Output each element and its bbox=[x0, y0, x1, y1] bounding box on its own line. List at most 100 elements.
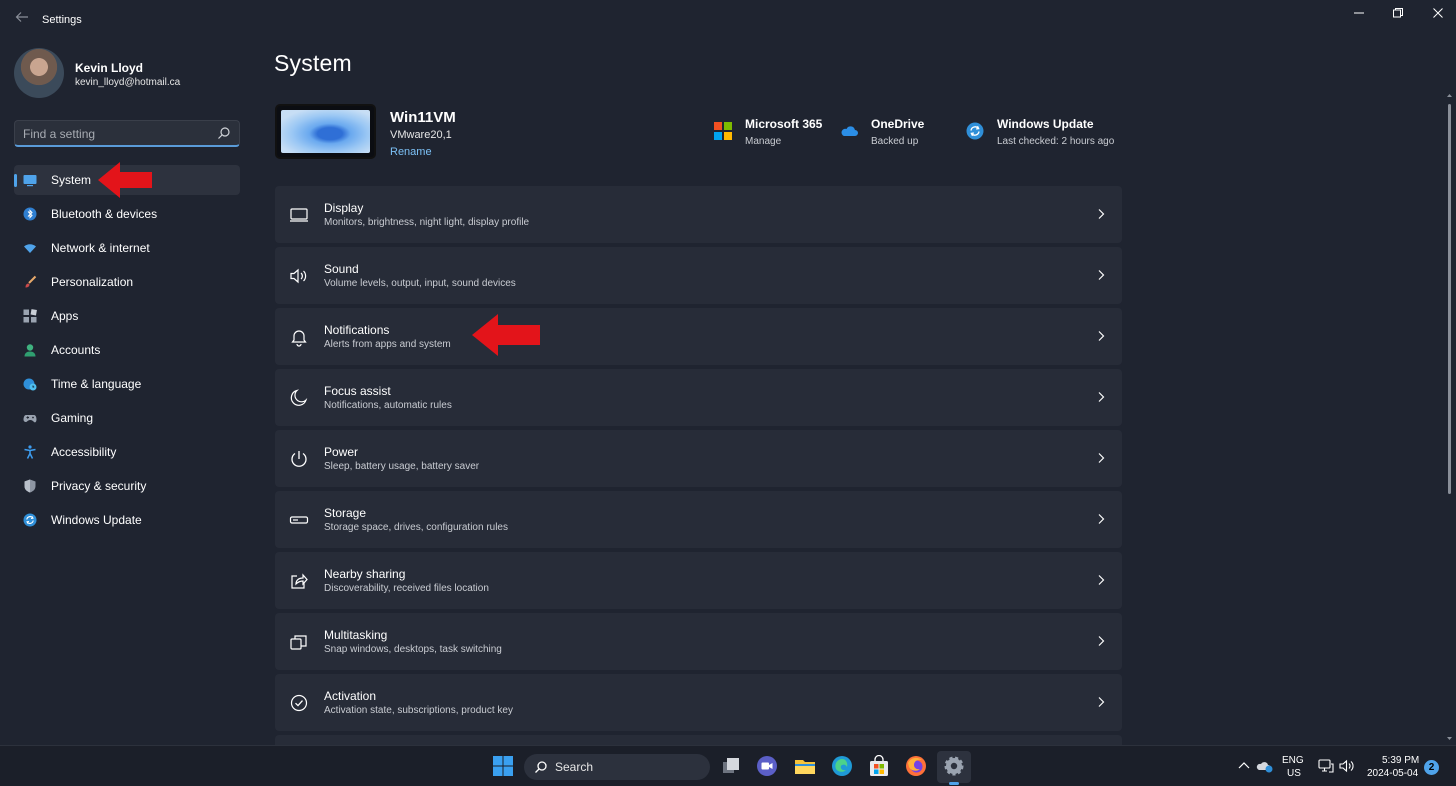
sidebar-item-time-language[interactable]: Time & language bbox=[14, 369, 240, 399]
sidebar-item-gaming[interactable]: Gaming bbox=[14, 403, 240, 433]
scrollbar-thumb[interactable] bbox=[1448, 104, 1451, 494]
card-multitasking[interactable]: Multitasking Snap windows, desktops, tas… bbox=[275, 613, 1122, 670]
microsoft-logo-icon bbox=[714, 122, 732, 140]
chevron-right-icon bbox=[1098, 575, 1105, 585]
task-view-icon[interactable] bbox=[720, 755, 742, 777]
onedrive-sync-icon[interactable] bbox=[1256, 759, 1274, 773]
sidebar-item-label: Bluetooth & devices bbox=[51, 207, 158, 221]
card-nearby-sharing[interactable]: Nearby sharing Discoverability, received… bbox=[275, 552, 1122, 609]
globe-clock-icon bbox=[23, 378, 37, 391]
card-storage[interactable]: Storage Storage space, drives, configura… bbox=[275, 491, 1122, 548]
sidebar-item-label: Apps bbox=[51, 309, 79, 323]
checkmark-circle-icon bbox=[290, 694, 308, 712]
shield-icon bbox=[24, 479, 36, 493]
card-display[interactable]: Display Monitors, brightness, night ligh… bbox=[275, 186, 1122, 243]
quick-link-microsoft-365[interactable]: Microsoft 365 Manage bbox=[714, 116, 824, 152]
title-bar: Settings bbox=[0, 0, 1456, 40]
sidebar-item-accounts[interactable]: Accounts bbox=[14, 335, 240, 365]
sidebar-item-personalization[interactable]: Personalization bbox=[14, 267, 240, 297]
volume-icon[interactable] bbox=[1339, 759, 1355, 773]
edge-icon[interactable] bbox=[831, 755, 853, 777]
scroll-up-icon[interactable] bbox=[1446, 92, 1453, 99]
scroll-down-icon[interactable] bbox=[1446, 735, 1453, 742]
store-icon[interactable] bbox=[868, 755, 890, 777]
card-title: Power bbox=[324, 445, 359, 459]
language-code[interactable]: ENG bbox=[1282, 755, 1304, 766]
desktop-wallpaper-preview bbox=[281, 110, 370, 153]
firefox-icon[interactable] bbox=[905, 755, 927, 777]
find-setting-search[interactable] bbox=[14, 120, 240, 147]
multitasking-icon bbox=[290, 635, 307, 650]
share-icon bbox=[291, 573, 308, 589]
sidebar-item-label: Accessibility bbox=[51, 445, 117, 459]
settings-gear-icon[interactable] bbox=[943, 755, 965, 777]
avatar bbox=[14, 48, 64, 98]
language-region[interactable]: US bbox=[1287, 768, 1301, 779]
sidebar-item-label: System bbox=[51, 173, 92, 187]
user-email: kevin_lloyd@hotmail.ca bbox=[75, 77, 181, 88]
card-title: Sound bbox=[324, 262, 359, 276]
rename-link[interactable]: Rename bbox=[390, 146, 432, 158]
card-activation[interactable]: Activation Activation state, subscriptio… bbox=[275, 674, 1122, 731]
sidebar-item-label: Time & language bbox=[51, 377, 142, 391]
device-name: Win11VM bbox=[390, 109, 456, 126]
chevron-right-icon bbox=[1098, 331, 1105, 341]
card-focus-assist[interactable]: Focus assist Notifications, automatic ru… bbox=[275, 369, 1122, 426]
card-title: Multitasking bbox=[324, 628, 388, 642]
minimize-icon[interactable] bbox=[1344, 6, 1374, 24]
card-notifications[interactable]: Notifications Alerts from apps and syste… bbox=[275, 308, 1122, 365]
quick-link-subtitle: Manage bbox=[745, 136, 782, 147]
annotation-arrow-system bbox=[98, 162, 152, 198]
card-subtitle: Storage space, drives, configuration rul… bbox=[324, 522, 508, 533]
sidebar-item-windows-update[interactable]: Windows Update bbox=[14, 505, 240, 535]
chevron-right-icon bbox=[1098, 636, 1105, 646]
quick-link-windows-update[interactable]: Windows Update Last checked: 2 hours ago bbox=[966, 116, 1126, 152]
card-sound[interactable]: Sound Volume levels, output, input, soun… bbox=[275, 247, 1122, 304]
search-input[interactable] bbox=[23, 125, 213, 142]
settings-list: Display Monitors, brightness, night ligh… bbox=[275, 186, 1122, 745]
file-explorer-icon[interactable] bbox=[794, 755, 816, 777]
annotation-arrow-notifications bbox=[472, 314, 540, 356]
notification-badge[interactable]: 2 bbox=[1424, 760, 1439, 775]
sidebar-item-bluetooth[interactable]: Bluetooth & devices bbox=[14, 199, 240, 229]
card-subtitle: Activation state, subscriptions, product… bbox=[324, 705, 513, 716]
display-icon bbox=[290, 208, 308, 222]
start-icon[interactable] bbox=[492, 755, 514, 777]
quick-link-onedrive[interactable]: OneDrive Backed up bbox=[840, 116, 940, 152]
search-icon[interactable] bbox=[217, 126, 231, 140]
sidebar-item-apps[interactable]: Apps bbox=[14, 301, 240, 331]
network-icon[interactable] bbox=[1318, 759, 1334, 773]
accessibility-icon bbox=[24, 445, 36, 459]
person-icon bbox=[24, 344, 36, 357]
card-subtitle: Discoverability, received files location bbox=[324, 583, 489, 594]
meet-icon[interactable] bbox=[756, 755, 778, 777]
chevron-right-icon bbox=[1098, 697, 1105, 707]
card-title: Display bbox=[324, 201, 364, 215]
bluetooth-icon bbox=[23, 207, 37, 221]
card-title: Focus assist bbox=[324, 384, 391, 398]
taskbar: Search ENG US 5:39 PM 2024-05-04 2 bbox=[0, 745, 1456, 786]
card-subtitle: Monitors, brightness, night light, displ… bbox=[324, 217, 530, 228]
card-subtitle: Notifications, automatic rules bbox=[324, 400, 452, 411]
chevron-right-icon bbox=[1098, 209, 1105, 219]
card-partial-next[interactable] bbox=[275, 735, 1122, 745]
scrollbar[interactable] bbox=[1446, 92, 1453, 742]
active-app-indicator bbox=[949, 782, 959, 785]
clock-date[interactable]: 2024-05-04 bbox=[1367, 768, 1418, 779]
restore-icon[interactable] bbox=[1383, 6, 1413, 24]
chevron-up-icon[interactable] bbox=[1238, 761, 1250, 771]
sidebar-item-label: Windows Update bbox=[51, 513, 142, 527]
close-icon[interactable] bbox=[1423, 6, 1453, 24]
card-subtitle: Snap windows, desktops, task switching bbox=[324, 644, 502, 655]
moon-icon bbox=[290, 389, 308, 406]
sidebar-item-network[interactable]: Network & internet bbox=[14, 233, 240, 263]
sidebar-item-privacy-security[interactable]: Privacy & security bbox=[14, 471, 240, 501]
back-arrow-icon[interactable] bbox=[12, 10, 32, 30]
sidebar-item-label: Accounts bbox=[51, 343, 101, 357]
clock-time[interactable]: 5:39 PM bbox=[1382, 755, 1419, 766]
taskbar-search[interactable]: Search bbox=[524, 754, 710, 780]
system-monitor-icon bbox=[23, 175, 37, 187]
card-power[interactable]: Power Sleep, battery usage, battery save… bbox=[275, 430, 1122, 487]
quick-link-subtitle: Backed up bbox=[871, 136, 919, 147]
sidebar-item-accessibility[interactable]: Accessibility bbox=[14, 437, 240, 467]
